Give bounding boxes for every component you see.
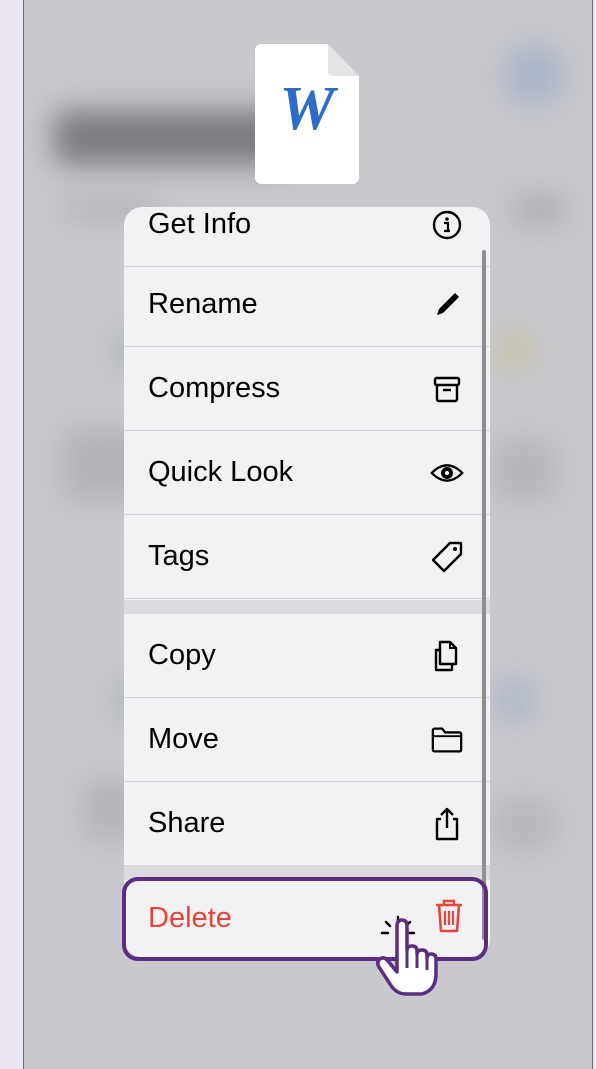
menu-item-label: Compress [148, 372, 281, 404]
blurred-background-element [514, 195, 564, 225]
menu-item-label: Get Info [148, 208, 252, 240]
menu-item-tags[interactable]: Tags [124, 515, 490, 599]
word-letter: W [279, 75, 335, 143]
blurred-background-element [494, 680, 534, 720]
archive-box-icon [430, 372, 464, 406]
menu-item-label: Share [148, 807, 226, 839]
tag-icon [430, 540, 464, 574]
menu-item-share[interactable]: Share [124, 782, 490, 866]
blurred-background-element [494, 800, 554, 850]
pencil-icon [430, 288, 464, 322]
menu-item-label: Move [148, 723, 219, 755]
menu-item-label: Rename [148, 288, 258, 320]
blurred-background-avatar [504, 45, 564, 105]
hand-pointer-icon [375, 918, 438, 996]
menu-separator [124, 600, 490, 614]
menu-item-rename[interactable]: Rename [124, 263, 490, 347]
blurred-background-element [494, 440, 554, 500]
menu-item-label: Copy [148, 639, 216, 671]
eye-icon [430, 456, 464, 490]
copy-documents-icon [430, 639, 464, 673]
share-icon [430, 807, 464, 841]
blurred-background-element [494, 330, 534, 370]
info-circle-icon [430, 208, 464, 242]
menu-item-move[interactable]: Move [124, 698, 490, 782]
menu-item-copy[interactable]: Copy [124, 614, 490, 698]
menu-item-label: Tags [148, 540, 210, 572]
menu-item-label: Quick Look [148, 456, 294, 488]
context-menu: Get Info Rename Compress Quick Look Tags… [124, 207, 490, 957]
folder-icon [430, 723, 464, 757]
menu-item-compress[interactable]: Compress [124, 347, 490, 431]
menu-item-quick-look[interactable]: Quick Look [124, 431, 490, 515]
page-fold-icon [328, 44, 359, 76]
menu-item-get-info[interactable]: Get Info [124, 207, 490, 267]
menu-scrollbar[interactable] [482, 250, 486, 940]
